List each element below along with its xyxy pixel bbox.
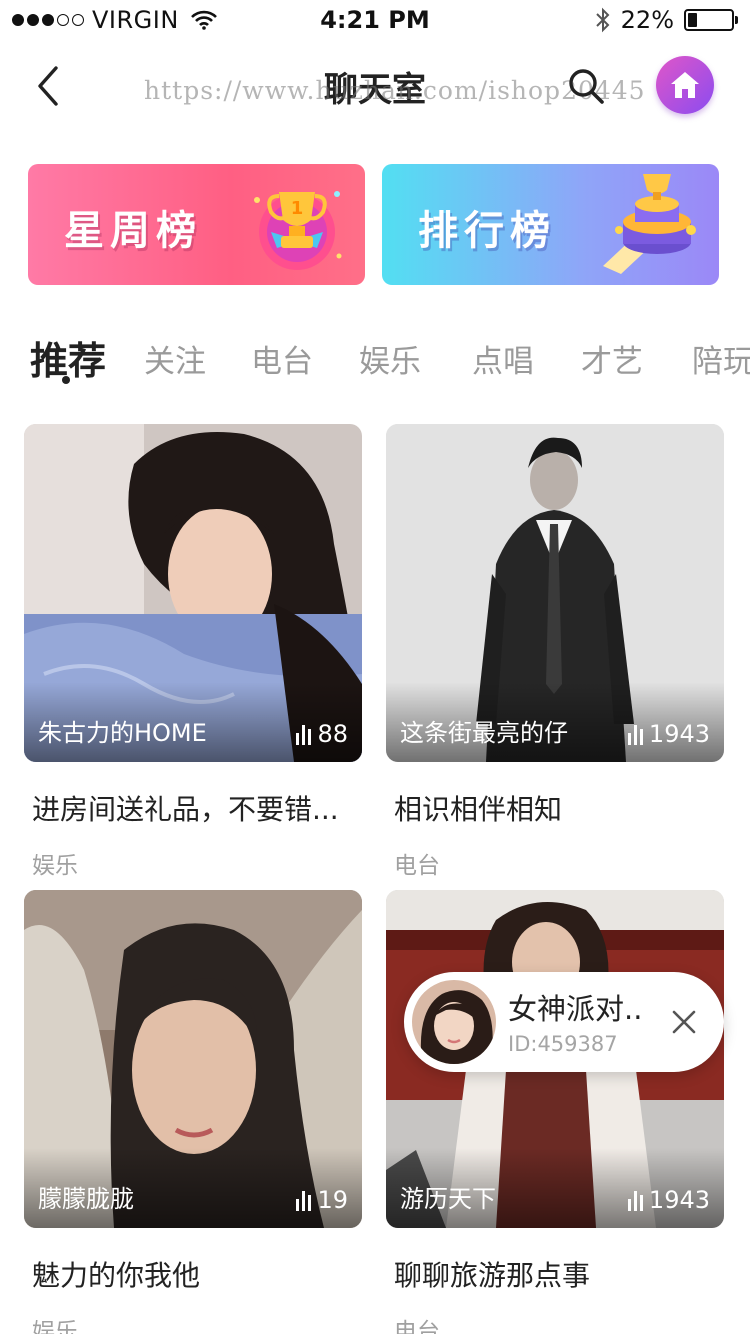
room-category: 电台 — [394, 853, 440, 879]
popup-room-id: ID:459387 — [508, 1032, 618, 1056]
home-icon — [671, 72, 699, 98]
bluetooth-icon — [595, 7, 610, 33]
battery-icon — [684, 9, 738, 31]
tab-karaoke[interactable]: 点唱 — [472, 336, 534, 381]
room-title: 相识相伴相知 — [394, 793, 563, 826]
close-icon[interactable] — [672, 1010, 696, 1034]
listener-number: 19 — [317, 1186, 348, 1214]
tab-talent[interactable]: 才艺 — [581, 336, 643, 381]
tab-radio[interactable]: 电台 — [251, 336, 313, 381]
room-card[interactable]: 朱古力的HOME 88 进房间送礼品，不要错... 娱乐 — [24, 424, 362, 880]
trophy-icon: 1 — [254, 191, 342, 270]
room-card[interactable]: 游历天下 1943 聊聊旅游那点事 电台 — [386, 890, 724, 1334]
nav-bar: 聊天室 https://www.huzhan.com/ishop20445 — [0, 44, 750, 132]
room-title: 进房间送礼品，不要错... — [32, 793, 339, 826]
floating-room-popup[interactable]: 女神派对.. ID:459387 — [404, 972, 724, 1072]
popup-room-name: 女神派对.. — [508, 992, 643, 1026]
category-tabs: 推荐 关注 电台 娱乐 点唱 才艺 陪玩 — [30, 330, 750, 390]
room-name: 游历天下 — [400, 1185, 496, 1213]
room-card[interactable]: 这条街最亮的仔 1943 相识相伴相知 电台 — [386, 424, 724, 880]
banner-ranking[interactable]: 排行榜 — [382, 164, 719, 285]
status-bar: VIRGIN 4:21 PM 22% — [0, 0, 750, 40]
room-category: 娱乐 — [32, 1319, 78, 1334]
listener-count: 19 — [296, 1186, 348, 1214]
listener-number: 1943 — [648, 1186, 710, 1214]
listener-number: 88 — [317, 720, 348, 748]
svg-text:1: 1 — [291, 198, 304, 219]
room-name: 朱古力的HOME — [38, 719, 207, 747]
room-title: 聊聊旅游那点事 — [394, 1259, 591, 1292]
status-right: 22% — [595, 6, 738, 34]
home-button[interactable] — [656, 56, 714, 114]
tab-companion[interactable]: 陪玩 — [692, 336, 750, 381]
listener-number: 1943 — [648, 720, 710, 748]
room-title: 魅力的你我他 — [32, 1259, 201, 1292]
listener-count: 88 — [296, 720, 348, 748]
listener-count: 1943 — [627, 720, 710, 748]
room-cover[interactable]: 朦朦胧胧 19 — [24, 890, 362, 1228]
room-category: 娱乐 — [32, 853, 78, 879]
battery-percent: 22% — [620, 6, 674, 34]
audio-bars-icon — [627, 1191, 643, 1211]
tab-entertainment[interactable]: 娱乐 — [359, 336, 421, 381]
tab-follow[interactable]: 关注 — [144, 336, 206, 381]
room-category: 电台 — [394, 1319, 440, 1334]
active-tab-indicator — [62, 376, 70, 384]
audio-bars-icon — [296, 725, 312, 745]
banner-label: 星周榜 — [64, 208, 202, 254]
room-name: 朦朦胧胧 — [38, 1185, 134, 1213]
audio-bars-icon — [627, 725, 643, 745]
avatar[interactable] — [410, 978, 498, 1066]
avatar-photo — [412, 980, 496, 1064]
battery-level — [688, 13, 697, 27]
search-icon[interactable] — [566, 66, 606, 106]
room-card[interactable]: 朦朦胧胧 19 魅力的你我他 娱乐 — [24, 890, 362, 1334]
banner-label: 排行榜 — [418, 208, 556, 254]
listener-count: 1943 — [627, 1186, 710, 1214]
audio-bars-icon — [296, 1191, 312, 1211]
room-cover[interactable]: 朱古力的HOME 88 — [24, 424, 362, 762]
podium-icon — [603, 174, 696, 274]
room-name: 这条街最亮的仔 — [400, 719, 568, 747]
room-cover[interactable]: 这条街最亮的仔 1943 — [386, 424, 724, 762]
banner-star-weekly[interactable]: 星周榜 1 — [28, 164, 365, 285]
